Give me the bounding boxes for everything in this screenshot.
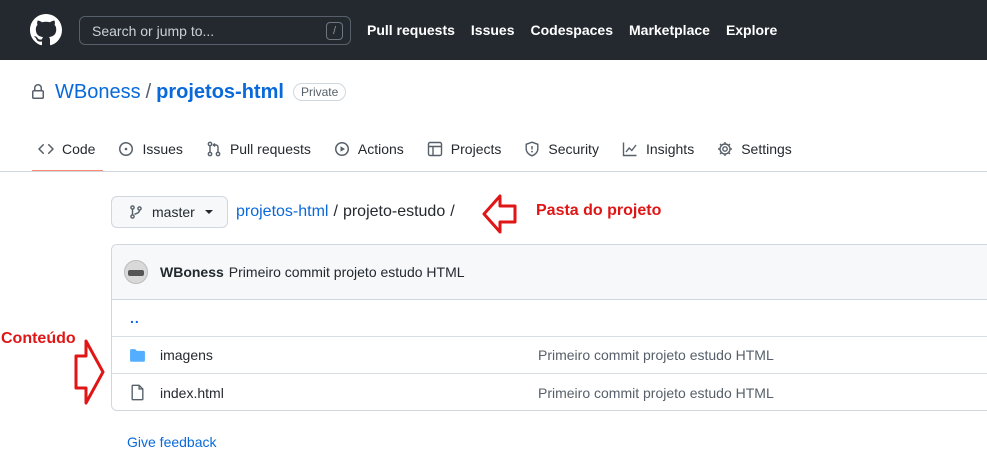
- gear-icon: [718, 142, 733, 156]
- chevron-down-icon: [204, 210, 213, 214]
- tab-label: Settings: [741, 141, 792, 157]
- nav-pull-requests[interactable]: Pull requests: [367, 22, 455, 38]
- tab-label: Pull requests: [229, 141, 311, 157]
- right-arrow-annotation-icon: [74, 339, 105, 405]
- left-arrow-annotation-icon: [482, 194, 517, 234]
- breadcrumb-current-folder: projeto-estudo: [342, 203, 446, 220]
- list-item[interactable]: index.html Primeiro commit projeto estud…: [112, 374, 987, 410]
- search-input[interactable]: [92, 22, 312, 39]
- github-logo-icon[interactable]: [30, 14, 62, 46]
- repo-tabs: Code Issues Pull requests Actions Projec…: [32, 128, 809, 172]
- slash-shortcut-key: /: [326, 22, 343, 40]
- repo-name-link[interactable]: projetos-html: [156, 81, 284, 104]
- tab-projects[interactable]: Projects: [421, 128, 510, 170]
- nav-issues[interactable]: Issues: [471, 22, 515, 38]
- tab-label: Code: [62, 141, 96, 157]
- top-nav: Pull requests Issues Codespaces Marketpl…: [367, 0, 777, 60]
- commit-author-link[interactable]: WBoness: [160, 264, 224, 280]
- folder-annotation-label: Pasta do projeto: [536, 202, 662, 219]
- tab-label: Insights: [645, 141, 695, 157]
- tab-label: Actions: [357, 141, 404, 157]
- file-icon: [131, 384, 144, 401]
- tab-insights[interactable]: Insights: [616, 128, 702, 170]
- content-annotation-label: Conteúdo: [1, 330, 76, 347]
- tab-code[interactable]: Code: [32, 128, 104, 172]
- issue-icon: [119, 142, 134, 156]
- breadcrumb: projetos-html / projeto-estudo /: [236, 203, 455, 221]
- breadcrumb-root-link[interactable]: projetos-html: [236, 203, 328, 221]
- breadcrumb-trailing-separator: /: [450, 203, 455, 220]
- global-header: / Pull requests Issues Codespaces Market…: [0, 0, 987, 60]
- search-box[interactable]: /: [79, 16, 351, 45]
- tab-label: Projects: [450, 141, 502, 157]
- latest-commit-row: WBoness Primeiro commit projeto estudo H…: [112, 245, 987, 300]
- file-commit-link[interactable]: Primeiro commit projeto estudo HTML: [538, 347, 774, 363]
- repo-separator: /: [145, 80, 152, 103]
- breadcrumb-separator: /: [333, 203, 338, 220]
- nav-codespaces[interactable]: Codespaces: [531, 22, 613, 38]
- nav-explore[interactable]: Explore: [726, 22, 777, 38]
- tab-issues[interactable]: Issues: [112, 128, 190, 170]
- folder-icon: [130, 349, 145, 362]
- repo-title: WBoness / projetos-html Private: [30, 80, 347, 104]
- avatar[interactable]: [124, 260, 148, 284]
- play-icon: [334, 142, 349, 156]
- list-item[interactable]: imagens Primeiro commit projeto estudo H…: [112, 337, 987, 374]
- commit-message-link[interactable]: Primeiro commit projeto estudo HTML: [229, 264, 465, 280]
- branch-select-button[interactable]: master: [111, 196, 228, 228]
- file-commit-link[interactable]: Primeiro commit projeto estudo HTML: [538, 385, 774, 401]
- branch-icon: [130, 205, 142, 219]
- tab-label: Security: [548, 141, 599, 157]
- visibility-badge: Private: [292, 83, 347, 101]
- branch-label: master: [152, 204, 195, 220]
- file-list-box: WBoness Primeiro commit projeto estudo H…: [111, 244, 987, 411]
- code-icon: [38, 143, 54, 155]
- tab-security[interactable]: Security: [518, 128, 607, 170]
- file-name-link[interactable]: imagens: [160, 347, 213, 363]
- tab-pull-requests[interactable]: Pull requests: [200, 128, 319, 170]
- parent-directory-link[interactable]: ..: [112, 310, 140, 326]
- lock-icon: [32, 84, 44, 99]
- pull-request-icon: [207, 141, 221, 157]
- parent-directory-row[interactable]: ..: [112, 300, 987, 337]
- tab-settings[interactable]: Settings: [711, 128, 800, 170]
- tabs-divider: [0, 171, 987, 172]
- file-name-link[interactable]: index.html: [160, 385, 224, 401]
- tab-actions[interactable]: Actions: [328, 128, 412, 170]
- shield-icon: [525, 141, 539, 157]
- graph-icon: [622, 142, 637, 157]
- repo-owner-link[interactable]: WBoness: [55, 81, 141, 104]
- table-icon: [427, 141, 442, 157]
- nav-marketplace[interactable]: Marketplace: [629, 22, 710, 38]
- tab-label: Issues: [142, 141, 183, 157]
- give-feedback-link[interactable]: Give feedback: [127, 434, 217, 450]
